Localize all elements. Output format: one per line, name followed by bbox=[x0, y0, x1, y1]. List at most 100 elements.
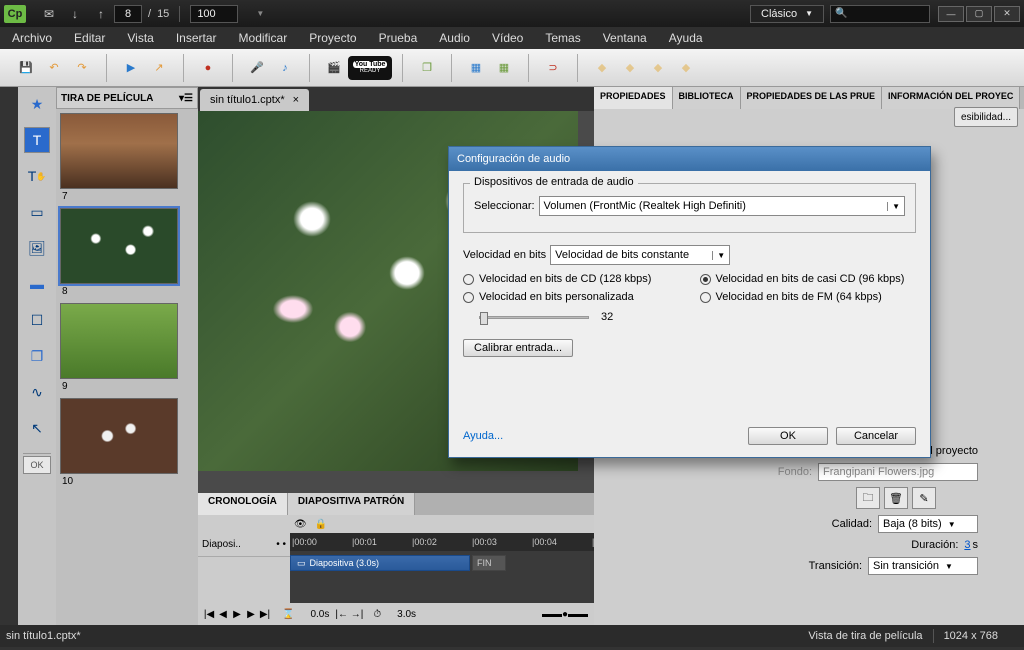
layer-icon[interactable]: ◆ bbox=[588, 54, 616, 82]
minimize-button[interactable]: — bbox=[938, 6, 964, 22]
bitrate-near-cd-radio[interactable]: Velocidad en bits de casi CD (96 kbps) bbox=[700, 273, 917, 285]
divider bbox=[179, 6, 180, 22]
download-icon[interactable]: ↓ bbox=[67, 6, 83, 22]
search-input[interactable]: 🔍 bbox=[830, 5, 930, 23]
bitrate-fm-radio[interactable]: Velocidad en bits de FM (64 kbps) bbox=[700, 291, 917, 303]
layer-icon[interactable]: ◆ bbox=[616, 54, 644, 82]
zoom-slider[interactable]: ▬▬●▬▬ bbox=[542, 609, 588, 620]
timeline-clip[interactable]: ▭Diapositiva (3.0s) bbox=[290, 555, 470, 571]
layer-icon[interactable]: ◆ bbox=[644, 54, 672, 82]
prev-frame-icon[interactable]: ◀ bbox=[216, 609, 230, 620]
upload-icon[interactable]: ↑ bbox=[93, 6, 109, 22]
time-ruler[interactable]: |00:00 |00:01 |00:02 |00:03 |00:04 |00:0… bbox=[290, 533, 594, 551]
chevron-down-icon[interactable]: ▼ bbox=[256, 9, 264, 18]
slide-thumb-8[interactable]: 8 bbox=[60, 208, 178, 297]
goto-start-icon[interactable]: |◀ bbox=[202, 609, 216, 620]
music-note-icon[interactable]: ♪ bbox=[271, 54, 299, 82]
bitrate-cd-radio[interactable]: Velocidad en bits de CD (128 kbps) bbox=[463, 273, 680, 285]
group-legend: Dispositivos de entrada de audio bbox=[470, 176, 638, 188]
close-icon[interactable]: × bbox=[293, 94, 299, 106]
edit-icon[interactable]: ✎ bbox=[912, 487, 936, 509]
undo-button[interactable]: ↶ bbox=[40, 54, 68, 82]
menu-video[interactable]: Vídeo bbox=[492, 31, 523, 45]
trash-icon[interactable]: 🗑 bbox=[884, 487, 908, 509]
track-row[interactable]: Diaposi..• • bbox=[198, 533, 290, 557]
record-button[interactable]: ● bbox=[194, 54, 222, 82]
redo-button[interactable]: ↷ bbox=[68, 54, 96, 82]
menu-modificar[interactable]: Modificar bbox=[239, 31, 288, 45]
slide-thumb-7[interactable]: 7 bbox=[60, 113, 178, 202]
timeline-track[interactable]: ▭Diapositiva (3.0s) FIN bbox=[290, 551, 594, 603]
help-link[interactable]: Ayuda... bbox=[463, 430, 503, 442]
star-tool-icon[interactable]: ★ bbox=[24, 91, 50, 117]
tab-biblioteca[interactable]: BIBLIOTECA bbox=[673, 87, 741, 109]
tab-cronologia[interactable]: CRONOLOGÍA bbox=[198, 493, 288, 515]
menu-vista[interactable]: Vista bbox=[127, 31, 153, 45]
menu-ayuda[interactable]: Ayuda bbox=[669, 31, 703, 45]
document-tab[interactable]: sin título1.cptx*× bbox=[200, 89, 309, 111]
menu-temas[interactable]: Temas bbox=[545, 31, 580, 45]
highlight-tool-icon[interactable]: ▬ bbox=[24, 271, 50, 297]
click-box-tool-icon[interactable]: ☐ bbox=[24, 307, 50, 333]
ok-button[interactable]: OK bbox=[748, 427, 828, 445]
tab-info-proyecto[interactable]: INFORMACIÓN DEL PROYEC bbox=[882, 87, 1020, 109]
video-button[interactable]: 🎬 bbox=[320, 54, 348, 82]
slide-thumb-9[interactable]: 9 bbox=[60, 303, 178, 392]
menu-prueba[interactable]: Prueba bbox=[379, 31, 418, 45]
table-icon[interactable]: ▦ bbox=[462, 54, 490, 82]
calibrate-button[interactable]: Calibrar entrada... bbox=[463, 339, 573, 357]
bitrate-mode-dropdown[interactable]: Velocidad de bits constante▼ bbox=[550, 245, 730, 265]
play-icon[interactable]: ▶ bbox=[230, 609, 244, 620]
youtube-button[interactable]: You TubeREADY bbox=[348, 56, 392, 80]
calidad-dropdown[interactable]: Baja (8 bits)▼ bbox=[878, 515, 978, 533]
save-button[interactable]: 💾 bbox=[12, 54, 40, 82]
bitrate-custom-radio[interactable]: Velocidad en bits personalizada bbox=[463, 291, 680, 303]
menu-archivo[interactable]: Archivo bbox=[12, 31, 52, 45]
layer-icon[interactable]: ◆ bbox=[672, 54, 700, 82]
maximize-button[interactable]: ▢ bbox=[966, 6, 992, 22]
timeline-controls: |◀ ◀ ▶ ▶ ▶| ⌛0.0s |← →| ⏱3.0s ▬▬●▬▬ bbox=[198, 603, 594, 625]
menu-insertar[interactable]: Insertar bbox=[176, 31, 217, 45]
transicion-dropdown[interactable]: Sin transición▼ bbox=[868, 557, 978, 575]
play-button[interactable]: ▶ bbox=[117, 54, 145, 82]
zoom-dropdown[interactable]: 100 bbox=[190, 5, 238, 23]
text-tool-icon[interactable]: T bbox=[24, 127, 50, 153]
rollover-tool-icon[interactable]: ▭ bbox=[24, 199, 50, 225]
export-button[interactable]: ↗ bbox=[145, 54, 173, 82]
mail-icon[interactable]: ✉ bbox=[41, 6, 57, 22]
tab-propiedades[interactable]: PROPIEDADES bbox=[594, 87, 673, 109]
slides-tool-icon[interactable]: ❐ bbox=[24, 343, 50, 369]
magnet-icon[interactable]: ⊃ bbox=[539, 54, 567, 82]
workspace-dropdown[interactable]: Clásico▼ bbox=[750, 5, 824, 23]
menu-proyecto[interactable]: Proyecto bbox=[309, 31, 356, 45]
calidad-row: Calidad: Baja (8 bits)▼ bbox=[600, 515, 1018, 533]
line-tool-icon[interactable]: ∿ bbox=[24, 379, 50, 405]
image-tool-icon[interactable]: 🖼 bbox=[24, 235, 50, 261]
menu-editar[interactable]: Editar bbox=[74, 31, 105, 45]
menu-ventana[interactable]: Ventana bbox=[603, 31, 647, 45]
menu-audio[interactable]: Audio bbox=[439, 31, 470, 45]
custom-bitrate-slider[interactable]: 32 bbox=[463, 311, 916, 323]
tab-diapositiva-patron[interactable]: DIAPOSITIVA PATRÓN bbox=[288, 493, 415, 515]
next-frame-icon[interactable]: ▶ bbox=[244, 609, 258, 620]
close-button[interactable]: ✕ bbox=[994, 6, 1020, 22]
grid-icon[interactable]: ▦ bbox=[490, 54, 518, 82]
cursor-tool-icon[interactable]: ↖ bbox=[24, 415, 50, 441]
accessibility-button[interactable]: esibilidad... bbox=[954, 107, 1018, 127]
ok-tool[interactable]: OK bbox=[23, 456, 51, 474]
slide-thumb-10[interactable]: 10 bbox=[60, 398, 178, 487]
microphone-icon[interactable]: 🎤 bbox=[243, 54, 271, 82]
document-tabs: sin título1.cptx*× bbox=[198, 87, 594, 111]
eye-icon[interactable]: 👁 bbox=[294, 519, 307, 530]
audio-device-dropdown[interactable]: Volumen (FrontMic (Realtek High Definiti… bbox=[539, 196, 905, 216]
duracion-value[interactable]: 3 bbox=[964, 539, 970, 551]
goto-end-icon[interactable]: ▶| bbox=[258, 609, 272, 620]
cancel-button[interactable]: Cancelar bbox=[836, 427, 916, 445]
slides-icon[interactable]: ❐ bbox=[413, 54, 441, 82]
current-page-input[interactable] bbox=[114, 5, 142, 23]
tab-propiedades-pruebas[interactable]: PROPIEDADES DE LAS PRUE bbox=[741, 87, 883, 109]
folder-icon[interactable]: 🗀 bbox=[856, 487, 880, 509]
lock-icon[interactable]: 🔒 bbox=[315, 519, 327, 530]
text-caption-tool-icon[interactable]: T✋ bbox=[24, 163, 50, 189]
device-label: Seleccionar: bbox=[474, 200, 535, 212]
